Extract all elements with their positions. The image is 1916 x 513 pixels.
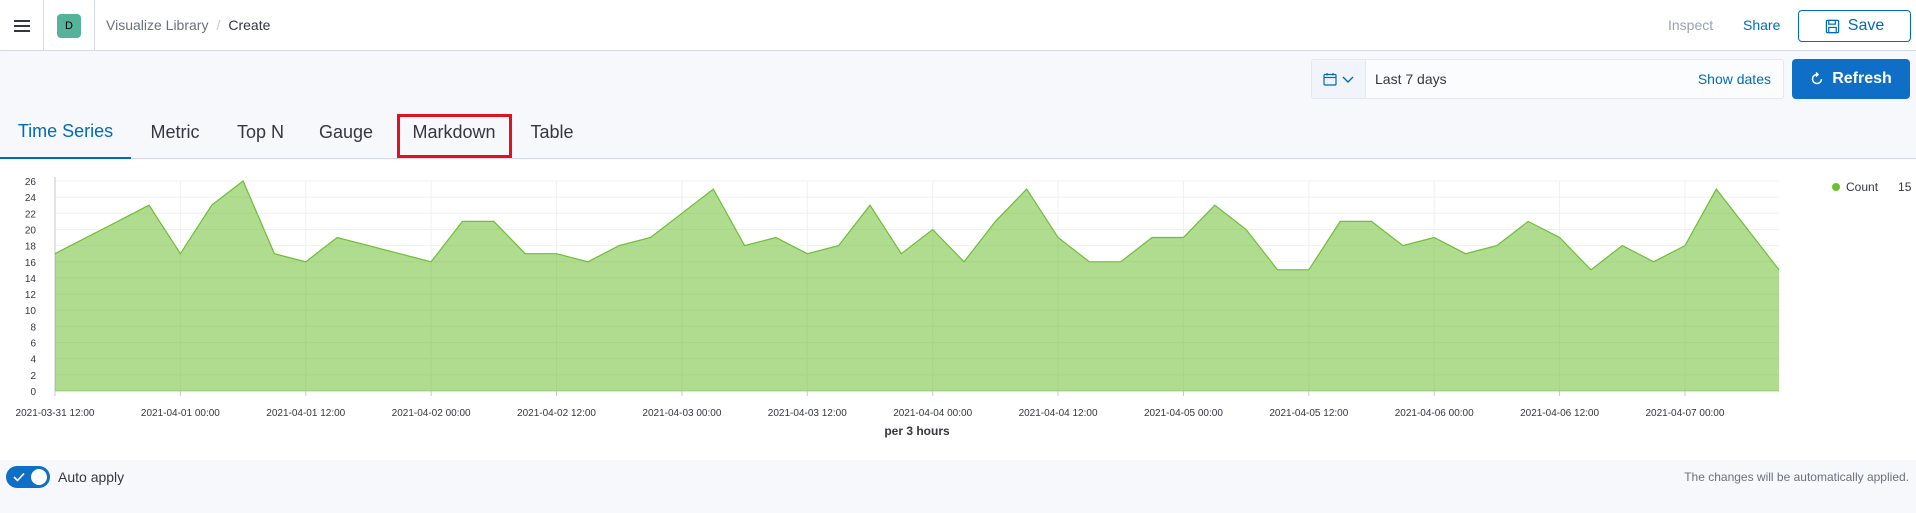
x-tick-label: 2021-04-03 00:00 bbox=[642, 408, 721, 419]
tab-metric[interactable]: Metric bbox=[131, 106, 219, 159]
y-tick-label: 6 bbox=[30, 339, 36, 350]
calendar-icon bbox=[1322, 73, 1337, 86]
y-tick-label: 22 bbox=[25, 209, 37, 220]
save-button[interactable]: Save bbox=[1798, 10, 1911, 42]
breadcrumb: Visualize Library / Create bbox=[106, 17, 270, 33]
legend-color-dot bbox=[1832, 183, 1840, 191]
y-tick-label: 12 bbox=[25, 290, 37, 301]
tab-top-n[interactable]: Top N bbox=[219, 106, 302, 159]
breadcrumb-visualize-library[interactable]: Visualize Library bbox=[106, 17, 208, 33]
y-tick-label: 8 bbox=[30, 322, 36, 333]
space-selector[interactable]: D bbox=[44, 0, 95, 51]
y-tick-label: 24 bbox=[25, 193, 37, 204]
x-tick-label: 2021-03-31 12:00 bbox=[16, 408, 95, 419]
breadcrumb-separator: / bbox=[216, 17, 221, 33]
tab-gauge[interactable]: Gauge bbox=[302, 106, 390, 159]
bottom-bar: Auto apply The changes will be automatic… bbox=[0, 460, 1916, 513]
tab-table[interactable]: Table bbox=[516, 106, 588, 159]
refresh-icon bbox=[1811, 72, 1823, 85]
x-tick-label: 2021-04-02 12:00 bbox=[517, 408, 596, 419]
date-picker[interactable]: Last 7 days Show dates bbox=[1311, 59, 1784, 99]
y-tick-label: 16 bbox=[25, 258, 37, 269]
legend-label: Count bbox=[1846, 180, 1879, 194]
x-tick-label: 2021-04-06 00:00 bbox=[1395, 408, 1474, 419]
share-link[interactable]: Share bbox=[1743, 17, 1780, 33]
x-tick-label: 2021-04-02 00:00 bbox=[392, 408, 471, 419]
x-tick-label: 2021-04-05 12:00 bbox=[1269, 408, 1348, 419]
save-icon bbox=[1825, 19, 1839, 33]
space-avatar: D bbox=[57, 13, 81, 38]
x-tick-label: 2021-04-04 12:00 bbox=[1019, 408, 1098, 419]
y-tick-label: 14 bbox=[25, 274, 37, 285]
chevron-down-icon bbox=[1342, 76, 1353, 83]
y-tick-label: 20 bbox=[25, 225, 37, 236]
markdown-tab-highlight bbox=[397, 114, 512, 158]
auto-apply-label: Auto apply bbox=[58, 469, 125, 485]
refresh-label: Refresh bbox=[1832, 70, 1892, 87]
legend-value: 15 bbox=[1898, 180, 1912, 194]
x-tick-label: 2021-04-01 12:00 bbox=[266, 408, 345, 419]
x-tick-label: 2021-04-05 00:00 bbox=[1144, 408, 1223, 419]
app-header: D Visualize Library / Create Inspect Sha… bbox=[0, 0, 1916, 51]
time-series-chart: 024681012141618202224262021-03-31 12:00 2… bbox=[16, 177, 1780, 438]
refresh-button[interactable]: Refresh bbox=[1792, 59, 1910, 99]
show-dates-link[interactable]: Show dates bbox=[1698, 71, 1771, 87]
x-tick-label: 2021-04-01 00:00 bbox=[141, 408, 220, 419]
chart-legend[interactable]: Count 15 bbox=[1832, 180, 1911, 194]
date-range-label: Last 7 days bbox=[1375, 71, 1447, 87]
x-axis-title: per 3 hours bbox=[884, 424, 950, 438]
hamburger-icon bbox=[13, 19, 30, 32]
toggle-knob bbox=[30, 468, 48, 486]
menu-button[interactable] bbox=[0, 0, 44, 51]
y-tick-label: 10 bbox=[25, 306, 37, 317]
y-tick-label: 26 bbox=[25, 177, 37, 188]
tab-time-series[interactable]: Time Series bbox=[0, 106, 131, 159]
series-area-count bbox=[55, 181, 1779, 391]
breadcrumb-create: Create bbox=[228, 17, 271, 33]
save-label: Save bbox=[1847, 17, 1885, 34]
y-tick-label: 2 bbox=[30, 371, 36, 382]
y-tick-label: 18 bbox=[25, 242, 37, 253]
x-tick-label: 2021-04-07 00:00 bbox=[1645, 408, 1724, 419]
x-tick-label: 2021-04-03 12:00 bbox=[768, 408, 847, 419]
quick-select-button[interactable] bbox=[1312, 60, 1366, 98]
inspect-link[interactable]: Inspect bbox=[1668, 17, 1713, 33]
visualization-tabs: Time Series Metric Top N Gauge Markdown … bbox=[0, 106, 1916, 159]
y-tick-label: 4 bbox=[30, 355, 36, 366]
check-icon bbox=[13, 472, 25, 482]
x-tick-label: 2021-04-04 00:00 bbox=[893, 408, 972, 419]
x-tick-label: 2021-04-06 12:00 bbox=[1520, 408, 1599, 419]
y-tick-label: 0 bbox=[30, 387, 36, 398]
auto-apply-note: The changes will be automatically applie… bbox=[1684, 470, 1909, 484]
auto-apply-toggle[interactable] bbox=[6, 466, 50, 488]
